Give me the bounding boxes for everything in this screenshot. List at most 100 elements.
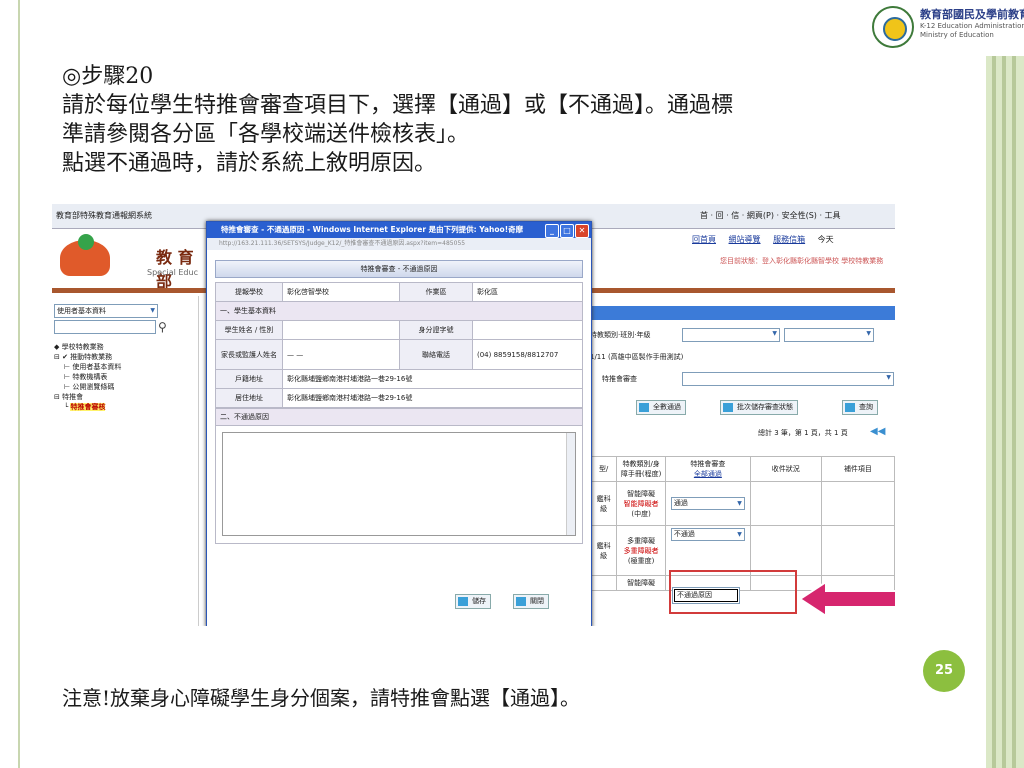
filter-label-category: 特教類別·班別·年級 bbox=[590, 331, 651, 339]
browser-toolbar[interactable]: 首 · 回 · 信 · 網頁(P) · 安全性(S) · 工具 bbox=[700, 210, 841, 221]
student-info-table: 提報學校 彰化啓智學校 作業區 彰化區 一、學生基本資料 學生姓名 / 性別 身… bbox=[215, 282, 583, 408]
page-number-badge: 25 bbox=[923, 650, 965, 692]
batch-save-button[interactable]: 批次儲存審查狀態 bbox=[720, 400, 798, 415]
tree-item-school[interactable]: ◆ 學校特教業務 bbox=[54, 342, 121, 352]
residence-value: 彰化縣埔鹽鄉南港村埔港路一巷29-16號 bbox=[282, 388, 583, 408]
cell-type: 鑑科 級 bbox=[589, 481, 618, 526]
guardian-label: 家長或監護人姓名 bbox=[215, 339, 283, 370]
instruction-line-3: 點選不通過時，請於系統上敘明原因。 bbox=[62, 151, 437, 176]
section-bar: 件 bbox=[578, 306, 895, 320]
popup-title: 特推會審查 - 不通過原因 - Windows Internet Explore… bbox=[221, 225, 524, 234]
tree-item-committee[interactable]: ⊟ 特推會 bbox=[54, 392, 121, 402]
footer-note: 注意!放棄身心障礙學生身分個案，請特推會點選【通過】。 bbox=[62, 686, 581, 710]
filter-select-2[interactable] bbox=[784, 328, 874, 342]
instruction-line-2: 準請參閱各分區「各學校端送件檢核表」。 bbox=[62, 122, 470, 147]
sidebar: 使用者基本資料 ⚲ ◆ 學校特教業務 ⊟ ✔ 推動特教業務 ⊢ 使用者基本資料 … bbox=[52, 296, 199, 626]
brand-sub: Special Educ bbox=[147, 268, 198, 277]
close-button[interactable]: 關閉 bbox=[513, 594, 549, 609]
cell-review: 不通過 bbox=[665, 525, 751, 576]
tree-item-committee-review[interactable]: └ 特推會審核 bbox=[54, 402, 121, 412]
name-value bbox=[282, 320, 400, 340]
section-basic-info: 一、學生基本資料 bbox=[215, 301, 583, 321]
tree-item-userdata[interactable]: ⊢ 使用者基本資料 bbox=[54, 362, 121, 372]
all-pass-link[interactable]: 全部通過 bbox=[668, 469, 748, 479]
col-header-type: 型/ bbox=[589, 456, 618, 482]
top-links: 回首頁 網站導覽 服務信箱 今天 bbox=[692, 234, 844, 245]
set-logo-icon bbox=[60, 234, 110, 276]
paging-info: 總計 3 筆，第 1 頁，共 1 頁 bbox=[758, 429, 848, 437]
step-heading: ◎步驟20 bbox=[62, 64, 154, 89]
cell-category: 多重障礙 多重障礙者 (極重度) bbox=[616, 525, 667, 576]
highlight-box bbox=[669, 570, 797, 614]
filter-select-review[interactable] bbox=[682, 372, 894, 386]
phone-value: (04) 8859158/8812707 bbox=[472, 339, 583, 370]
link-sitemap[interactable]: 網站導覽 bbox=[729, 235, 761, 244]
tree-item-institution[interactable]: ⊢ 特教機構表 bbox=[54, 372, 121, 382]
system-screenshot: 教育部特殊教育通報網系統 首 · 回 · 信 · 網頁(P) · 安全性(S) … bbox=[52, 204, 895, 626]
logo-line3: Ministry of Education bbox=[920, 31, 994, 39]
filter-row-1: 特教類別·班別·年級 bbox=[590, 330, 650, 340]
section-reason: 二、不通過原因 bbox=[216, 409, 582, 426]
cell-review: 通過 bbox=[665, 481, 751, 526]
popup-header: 特推會審查 - 不通過原因 bbox=[215, 260, 583, 278]
tree-item-barcode[interactable]: ⊢ 公開瀏覽條碼 bbox=[54, 382, 121, 392]
reason-popup-window: 特推會審查 - 不通過原因 - Windows Internet Explore… bbox=[206, 221, 592, 626]
login-status: 您目前狀態：登入彰化縣彰化縣智學校 學校特教業務 bbox=[720, 257, 884, 265]
id-label: 身分證字號 bbox=[399, 320, 473, 340]
ministry-seal-icon bbox=[872, 6, 914, 48]
logo-line1: 教育部國民及學前教育署 bbox=[920, 8, 1024, 21]
phone-label: 聯絡電話 bbox=[399, 339, 473, 370]
save-button[interactable]: 儲存 bbox=[455, 594, 491, 609]
reason-textarea[interactable] bbox=[222, 432, 576, 536]
district-value: 彰化區 bbox=[472, 282, 583, 302]
cell-category: 智能障礙 bbox=[616, 575, 667, 591]
review-select[interactable]: 不通過 bbox=[670, 528, 745, 541]
filter-label-review: 特推會審查 bbox=[602, 375, 637, 383]
filter-row-2: 1/11 (高雄中區製作手冊測試) bbox=[590, 352, 683, 362]
all-pass-button[interactable]: 全數通過 bbox=[636, 400, 686, 415]
ministry-logo: 教育部國民及學前教育署 K-12 Education Administratio… bbox=[872, 2, 1024, 54]
tree-item-promote[interactable]: ⊟ ✔ 推動特教業務 bbox=[54, 352, 121, 362]
school-value: 彰化啓智學校 bbox=[282, 282, 400, 302]
residence-label: 居住地址 bbox=[215, 388, 283, 408]
household-label: 戶籍地址 bbox=[215, 369, 283, 389]
slide-right-strip bbox=[986, 56, 1024, 768]
review-select[interactable]: 通過 bbox=[670, 497, 745, 510]
window-buttons: _ □ ✕ bbox=[544, 223, 589, 239]
slide-left-rule bbox=[18, 0, 20, 768]
school-label: 提報學校 bbox=[215, 282, 283, 302]
pointer-arrow-icon bbox=[800, 582, 895, 616]
browser-tab-title[interactable]: 教育部特殊教育通報網系統 bbox=[56, 210, 152, 221]
link-mailbox[interactable]: 服務信箱 bbox=[773, 235, 805, 244]
name-label: 學生姓名 / 性別 bbox=[215, 320, 283, 340]
col-header-supplement: 補件項目 bbox=[820, 456, 895, 482]
close-icon[interactable]: ✕ bbox=[575, 224, 589, 238]
sidebar-select[interactable]: 使用者基本資料 bbox=[54, 304, 158, 318]
filter-row-3: 特推會審查 bbox=[602, 374, 637, 384]
sidebar-tree: ◆ 學校特教業務 ⊟ ✔ 推動特教業務 ⊢ 使用者基本資料 ⊢ 特教機構表 ⊢ … bbox=[54, 342, 121, 412]
site-brand: 教 育 部 Special Educ bbox=[52, 230, 212, 291]
popup-address-bar[interactable]: http://163.21.111.36/SETSYS/Judge_K12/_特… bbox=[207, 238, 591, 250]
query-button[interactable]: 查詢 bbox=[842, 400, 878, 415]
id-value bbox=[472, 320, 583, 340]
logo-line2: K-12 Education Administration, bbox=[920, 22, 1024, 30]
household-value: 彰化縣埔鹽鄉南港村埔港路一巷29-16號 bbox=[282, 369, 583, 389]
minimize-icon[interactable]: _ bbox=[545, 224, 559, 238]
district-label: 作業區 bbox=[399, 282, 473, 302]
col-header-category: 特教類別/身障手冊(程度) bbox=[616, 456, 667, 482]
filter-session-text: 1/11 (高雄中區製作手冊測試) bbox=[590, 353, 684, 361]
col-header-review: 特推會審查 全部通過 bbox=[665, 456, 751, 482]
first-page-icon[interactable]: ◀◀ bbox=[870, 426, 885, 437]
filter-select-1[interactable] bbox=[682, 328, 780, 342]
maximize-icon[interactable]: □ bbox=[560, 224, 574, 238]
popup-titlebar[interactable]: 特推會審查 - 不通過原因 - Windows Internet Explore… bbox=[207, 222, 591, 238]
instruction-line-1: 請於每位學生特推會審查項目下，選擇【通過】或【不通過】。通過標 bbox=[62, 93, 734, 118]
slide-instructions: ◎步驟20 請於每位學生特推會審查項目下，選擇【通過】或【不通過】。通過標 準請… bbox=[62, 62, 733, 178]
sidebar-search-input[interactable] bbox=[54, 320, 156, 334]
table-header-row: 型/ 特教類別/身障手冊(程度) 特推會審查 全部通過 收件狀況 補件項目 bbox=[589, 456, 895, 482]
link-home[interactable]: 回首頁 bbox=[692, 235, 716, 244]
today-label: 今天 bbox=[817, 235, 834, 244]
search-icon[interactable]: ⚲ bbox=[158, 320, 167, 334]
guardian-value: — — bbox=[282, 339, 400, 370]
table-row: 鑑科 級 智能障礙 智能障礙者 (中度) 通過 bbox=[589, 481, 895, 526]
